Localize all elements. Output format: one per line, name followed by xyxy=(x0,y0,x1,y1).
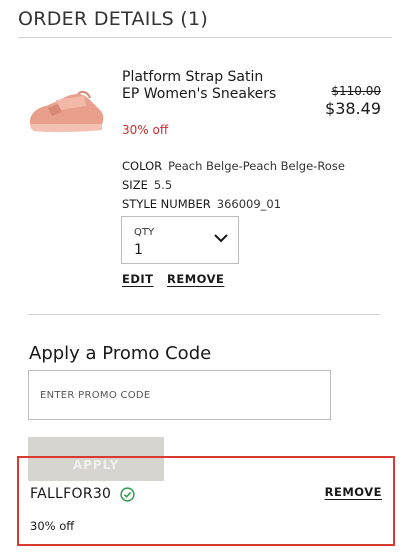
section-divider xyxy=(28,314,380,315)
product-name[interactable]: Platform Strap Satin EP Women's Sneakers xyxy=(122,69,282,103)
remove-promo-link[interactable]: REMOVE xyxy=(325,485,382,499)
remove-item-link[interactable]: REMOVE xyxy=(167,272,224,286)
promo-code-input[interactable] xyxy=(28,370,331,420)
pink-sneaker-image xyxy=(30,90,104,133)
edit-item-link[interactable]: EDIT xyxy=(122,272,154,286)
chevron-down-icon[interactable] xyxy=(214,233,228,243)
original-price: $110.00 xyxy=(331,84,381,98)
spec-color-key: COLOR xyxy=(122,159,163,173)
applied-promo-panel: FALLFOR30 REMOVE 30% off xyxy=(17,456,395,546)
header-divider xyxy=(18,37,392,38)
applied-promo-code: FALLFOR30 xyxy=(30,486,112,502)
quantity-select[interactable]: QTY 1 xyxy=(121,216,239,264)
spec-size-key: SIZE xyxy=(122,178,148,192)
applied-promo-discount: 30% off xyxy=(30,519,75,533)
spec-color-value: Peach Belge-Peach Belge-Rose xyxy=(168,159,345,173)
spec-style-number: STYLE NUMBER 366009_01 xyxy=(122,197,281,211)
spec-style-key: STYLE NUMBER xyxy=(122,197,211,211)
check-circle-icon xyxy=(120,487,135,502)
spec-size: SIZE 5.5 xyxy=(122,178,172,192)
spec-size-value: 5.5 xyxy=(153,178,173,192)
item-discount-label: 30% off xyxy=(122,123,169,137)
qty-label: QTY xyxy=(134,227,155,238)
promo-heading: Apply a Promo Code xyxy=(29,343,212,364)
spec-style-value: 366009_01 xyxy=(216,197,282,211)
order-details-title: ORDER DETAILS (1) xyxy=(18,8,209,30)
qty-value: 1 xyxy=(134,242,143,258)
sale-price: $38.49 xyxy=(325,99,381,118)
spec-color: COLOR Peach Belge-Peach Belge-Rose xyxy=(122,159,345,173)
